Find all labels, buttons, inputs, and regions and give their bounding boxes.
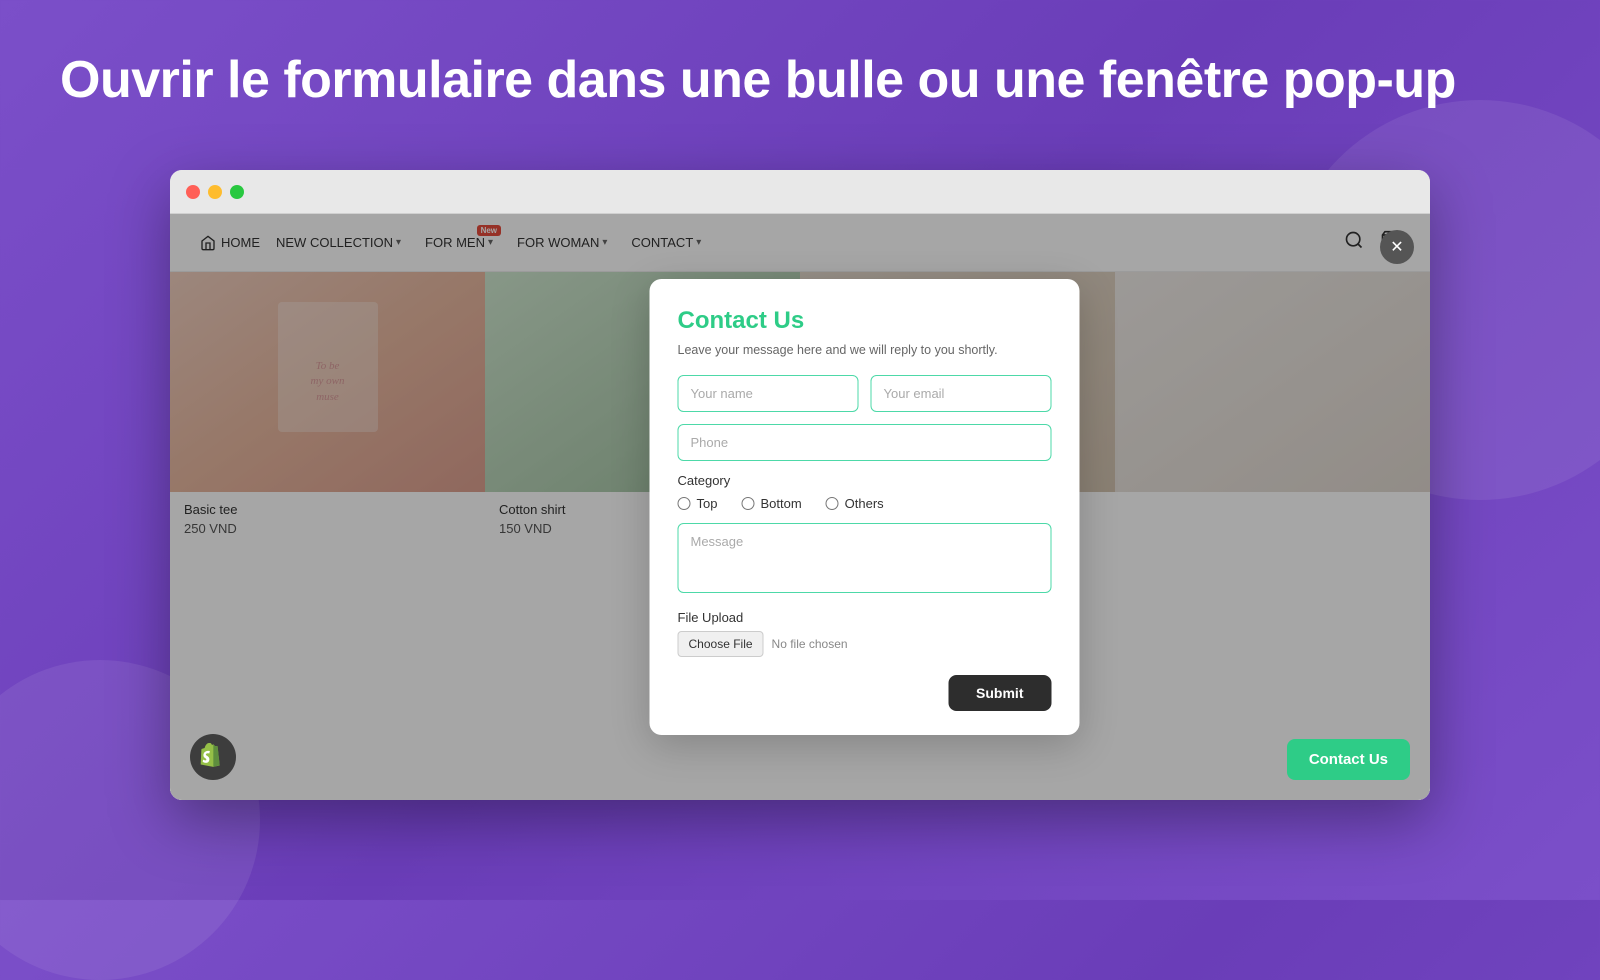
window-maximize-btn[interactable] [230, 185, 244, 199]
radio-top-label: Top [697, 496, 718, 511]
name-email-row [678, 375, 1052, 412]
contact-popup: Contact Us Leave your message here and w… [650, 279, 1080, 735]
submit-button[interactable]: Submit [948, 675, 1051, 711]
phone-input[interactable] [678, 424, 1052, 461]
no-file-text: No file chosen [772, 637, 848, 651]
contact-us-button[interactable]: Contact Us [1287, 739, 1410, 780]
choose-file-button[interactable]: Choose File [678, 631, 764, 657]
popup-subtitle: Leave your message here and we will repl… [678, 343, 1052, 357]
file-upload-row: Choose File No file chosen [678, 631, 1052, 657]
page-title: Ouvrir le formulaire dans une bulle ou u… [60, 50, 1540, 110]
radio-others-input[interactable] [826, 497, 839, 510]
radio-others-label: Others [845, 496, 884, 511]
file-upload-section: File Upload Choose File No file chosen [678, 610, 1052, 657]
radio-bottom-label: Bottom [760, 496, 801, 511]
window-minimize-btn[interactable] [208, 185, 222, 199]
category-radio-group: Top Bottom Others [678, 496, 1052, 511]
popup-title: Contact Us [678, 307, 1052, 335]
name-input[interactable] [678, 375, 859, 412]
radio-others[interactable]: Others [826, 496, 884, 511]
category-section: Category Top Bottom Others [678, 473, 1052, 511]
file-upload-label: File Upload [678, 610, 1052, 625]
shopify-logo-svg [199, 743, 227, 771]
browser-chrome [170, 170, 1430, 214]
browser-content: HOME NEW COLLECTION ▾ FOR MEN ▾ New FOR … [170, 214, 1430, 800]
popup-close-button[interactable]: ✕ [1380, 230, 1414, 264]
browser-window: HOME NEW COLLECTION ▾ FOR MEN ▾ New FOR … [170, 170, 1430, 800]
email-input[interactable] [871, 375, 1052, 412]
message-textarea[interactable] [678, 523, 1052, 593]
category-label: Category [678, 473, 1052, 488]
shopify-icon[interactable] [190, 734, 236, 780]
form-footer: Submit [678, 675, 1052, 711]
radio-bottom-input[interactable] [741, 497, 754, 510]
window-close-btn[interactable] [186, 185, 200, 199]
radio-top[interactable]: Top [678, 496, 718, 511]
radio-bottom[interactable]: Bottom [741, 496, 801, 511]
radio-top-input[interactable] [678, 497, 691, 510]
phone-row [678, 424, 1052, 461]
